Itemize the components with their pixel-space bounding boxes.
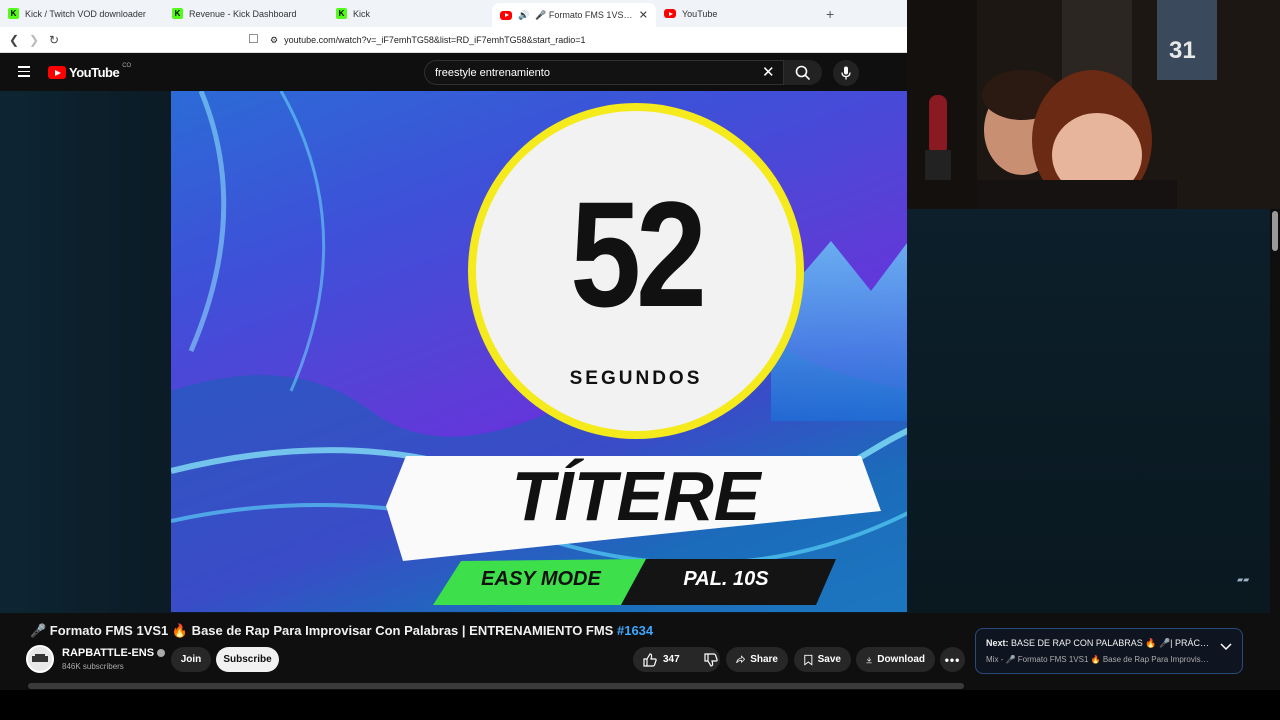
bottom-strip [0,690,1280,720]
bookmark-icon[interactable]: ☐ [248,32,259,46]
thumbs-down-icon [704,652,718,667]
up-next-title: Next: BASE DE RAP CON PALABRAS 🔥 🎤| PRÁC… [986,638,1211,649]
search-icon [795,65,811,80]
search-button[interactable] [784,60,822,85]
youtube-wordmark: YouTube [69,65,120,80]
tab-title: Kick [353,8,371,19]
share-icon [736,655,746,664]
tab-kick-vod[interactable]: K Kick / Twitch VOD downloader [0,0,164,27]
search-query: freestyle entrenamiento [435,66,550,79]
voice-search-button[interactable] [833,60,859,86]
video-title: 🎤 Formato FMS 1VS1 🔥 Base de Rap Para Im… [30,623,653,639]
kick-icon: K [336,8,347,19]
like-button[interactable]: 347 [643,652,680,667]
tab-kick-dashboard[interactable]: K Revenue - Kick Dashboard [164,0,328,27]
up-next-subtitle: Mix - 🎤 Formato FMS 1VS1 🔥 Base de Rap P… [986,655,1211,664]
clear-search-icon[interactable]: ✕ [762,63,775,81]
download-icon [866,656,872,663]
video-title-text: 🎤 Formato FMS 1VS1 🔥 Base de Rap Para Im… [30,623,614,638]
thumbs-up-icon [643,652,657,667]
new-tab-button[interactable]: + [826,6,834,22]
more-icon: ••• [944,652,961,667]
forward-button[interactable]: ❯ [24,33,44,47]
site-info-icon[interactable]: ⚙ [270,35,278,46]
tab-kick[interactable]: K Kick [328,0,492,27]
pal-label: PAL. 10S [683,568,769,590]
up-next-prefix: Next: [986,638,1009,648]
youtube-play-icon [48,66,66,79]
menu-icon[interactable] [18,66,30,80]
verified-icon [157,649,166,657]
webcam-image: 31 [907,0,1280,209]
channel-name-text: RAPBATTLE-ENS [62,647,155,659]
webcam-overlay: 31 [907,0,1280,209]
youtube-icon [500,10,512,20]
tab-title: YouTube [682,8,718,19]
subscribe-button[interactable]: Subscribe [216,647,279,672]
save-bookmark-icon [804,654,813,666]
country-code: CO [122,62,132,69]
url-field[interactable]: ⚙ youtube.com/watch?v=_iF7emhTG58&list=R… [270,31,870,49]
share-button[interactable]: Share [726,647,788,672]
tab-title: Revenue - Kick Dashboard [189,8,297,19]
tab-youtube[interactable]: YouTube [656,0,820,27]
save-label: Save [817,654,841,665]
join-label: Join [180,654,202,665]
tab-title: 🎤 Formato FMS 1VS1 🔥 Ba [535,9,635,20]
scrollbar[interactable] [1270,209,1280,689]
download-button[interactable]: Download [856,647,935,672]
description-box-edge[interactable] [28,683,964,689]
save-button[interactable]: Save [794,647,851,672]
kick-icon: K [8,8,19,19]
url-text: youtube.com/watch?v=_iF7emhTG58&list=RD_… [284,35,586,45]
up-next-panel[interactable]: Next: BASE DE RAP CON PALABRAS 🔥 🎤| PRÁC… [975,628,1243,674]
hashtag-link[interactable]: #1634 [617,623,653,638]
reload-button[interactable]: ↻ [44,33,64,47]
channel-name[interactable]: RAPBATTLE-ENS [62,647,166,659]
scrollbar-thumb[interactable] [1272,211,1278,251]
side-backdrop: ▰▰ [907,209,1270,613]
tab-youtube-video[interactable]: 🔊 🎤 Formato FMS 1VS1 🔥 Ba ✕ [492,3,656,27]
video-info: 🎤 Formato FMS 1VS1 🔥 Base de Rap Para Im… [0,613,1270,690]
more-actions-button[interactable]: ••• [940,647,965,672]
back-button[interactable]: ❮ [4,33,24,47]
like-count: 347 [663,654,680,665]
youtube-logo[interactable]: YouTube CO [48,62,132,80]
join-button[interactable]: Join [171,647,211,672]
channel-watermark-icon: ▰▰ [1237,575,1250,584]
search-input[interactable]: freestyle entrenamiento [424,60,784,85]
chevron-down-icon[interactable] [1220,643,1232,651]
address-bar: ❮ ❯ ↻ ☐ ⚙ youtube.com/watch?v=_iF7emhTG5… [0,27,907,53]
speaker-icon: 🔊 [518,9,530,20]
kick-icon: K [172,8,183,19]
channel-logo-icon [32,654,48,662]
countdown-number: 52 [570,170,707,338]
browser-tab-bar: K Kick / Twitch VOD downloader K Revenue… [0,0,907,27]
close-tab-icon[interactable]: ✕ [639,9,648,22]
up-next-title-text: BASE DE RAP CON PALABRAS 🔥 🎤| PRÁCTICA [1011,638,1211,648]
jersey-number: 31 [1169,37,1196,64]
word-label: TÍTERE [511,457,761,535]
download-label: Download [877,654,925,665]
subscriber-count: 846K subscribers [62,662,124,671]
youtube-icon [664,9,676,18]
microphone-icon [841,66,851,80]
dislike-button[interactable] [704,652,718,667]
subscribe-label: Subscribe [223,654,272,665]
countdown-unit: SEGUNDOS [569,368,703,389]
youtube-header: YouTube CO freestyle entrenamiento ✕ [0,53,907,91]
channel-avatar[interactable] [26,645,54,673]
like-dislike-group: 347 [633,647,720,672]
mode-label: EASY MODE [481,568,601,590]
tab-title: Kick / Twitch VOD downloader [25,8,146,19]
share-label: Share [750,654,778,665]
